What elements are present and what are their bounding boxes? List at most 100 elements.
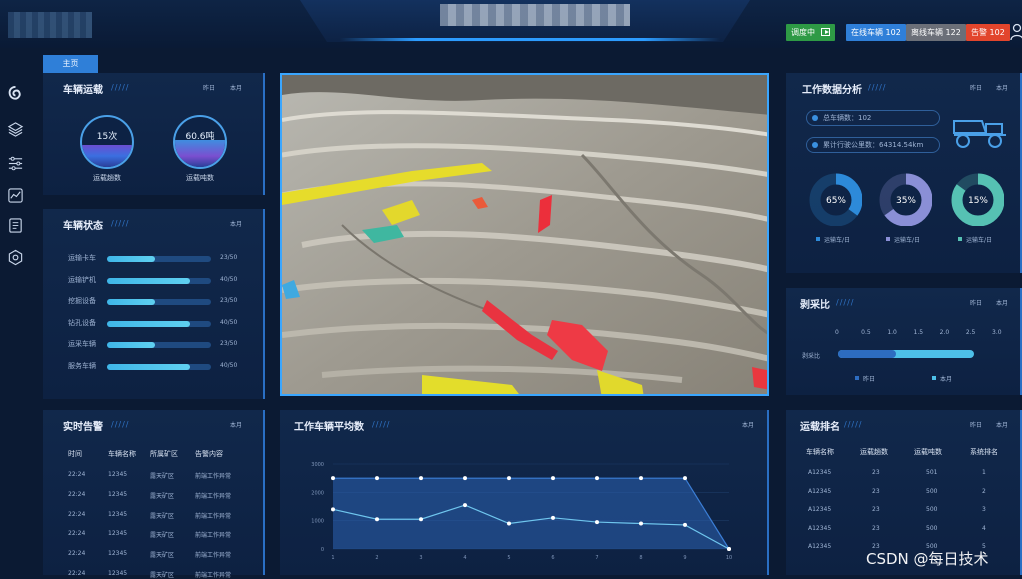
vehicle-status-value: 23/50: [220, 340, 238, 347]
rank-table-cell: 3: [982, 506, 986, 513]
vehicle-transport-panel: 车辆运载 ///// 昨日 本月 15次 运载趟数 60.6吨 运载吨数: [43, 73, 265, 195]
vehicle-status-bar: [107, 342, 211, 348]
dispatch-status-badge[interactable]: 调度中: [786, 24, 835, 41]
alert-badge[interactable]: 告警 102: [966, 24, 1010, 41]
sliders-icon[interactable]: [7, 155, 24, 172]
alerts-table-cell: 前端工作异常: [195, 473, 232, 480]
panel-title: 剥采比: [800, 300, 830, 311]
ratio-tick-label: 1.5: [913, 329, 924, 336]
tab-month[interactable]: 本月: [996, 83, 1008, 92]
series-point: [419, 517, 423, 522]
rank-table-cell: 23: [872, 524, 880, 532]
tonnage-gauge-fill: [175, 139, 225, 167]
stat-dot: [812, 142, 818, 148]
tab-month[interactable]: 本月: [230, 83, 242, 92]
total-vehicles-text: 总车辆数：102: [823, 114, 872, 122]
ratio-legend-item: 本月: [932, 374, 952, 383]
online-vehicles-badge[interactable]: 在线车辆 102: [846, 24, 906, 41]
chart-y-tick: 3000: [311, 462, 324, 468]
logo: [8, 12, 92, 38]
chart-x-tick: 7: [595, 555, 598, 561]
ratio-tick-label: 1.0: [887, 329, 897, 336]
alerts-table-cell: 12345: [108, 530, 128, 538]
series-area: [333, 478, 729, 549]
tab-home[interactable]: 主页: [43, 55, 98, 73]
tab-yesterday[interactable]: 昨日: [970, 83, 982, 92]
series-point: [463, 476, 467, 481]
tab-yesterday[interactable]: 昨日: [970, 298, 982, 307]
tab-yesterday[interactable]: 昨日: [203, 83, 215, 92]
rank-column-header: 系统排名: [970, 448, 998, 456]
rank-table-cell: 23: [872, 469, 880, 476]
vehicle-status-bar: [107, 299, 211, 305]
vehicle-status-bar: [107, 363, 211, 370]
series-point: [639, 476, 643, 481]
vehicle-status-label: 服务车辆: [68, 361, 96, 370]
panel-title: 实时告警: [63, 422, 103, 433]
tab-month[interactable]: 本月: [996, 420, 1008, 429]
chart-x-tick: 5: [507, 555, 510, 561]
chart-icon[interactable]: [7, 187, 24, 204]
tab-yesterday[interactable]: 昨日: [970, 420, 982, 429]
terrain-illustration: [282, 75, 767, 394]
legend-swatch: [816, 237, 820, 241]
rank-table-cell: 2: [982, 487, 986, 495]
trips-gauge-fill: [82, 144, 132, 167]
donut-label-text: 运输车/日: [824, 237, 851, 244]
tab-month[interactable]: 本月: [996, 298, 1008, 307]
alerts-table-cell: 前端工作异常: [195, 492, 232, 500]
alerts-table-cell: 露天矿区: [150, 532, 175, 540]
trips-value: 15次: [96, 132, 118, 142]
work-donut: 35%: [879, 173, 932, 226]
series-point: [551, 515, 555, 520]
ratio-tick-label: 3.0: [992, 329, 1002, 336]
vehicle-status-bar: [107, 256, 211, 262]
legend-swatch: [855, 376, 859, 380]
panel-title: 运载排名: [800, 422, 840, 433]
alerts-table-cell: 露天矿区: [150, 492, 175, 500]
tab-month[interactable]: 本月: [230, 219, 242, 228]
series-point: [375, 517, 379, 522]
alerts-column-header: 时间: [68, 450, 82, 458]
alerts-column-header: 告警内容: [195, 450, 223, 458]
alerts-table-cell: 前端工作异常: [195, 572, 232, 579]
tab-month[interactable]: 本月: [230, 420, 242, 429]
alerts-table-cell: 前端工作异常: [195, 552, 232, 560]
layers-icon[interactable]: [7, 121, 24, 138]
title-decoration: /////: [111, 83, 130, 92]
alerts-table-cell: 12345: [108, 471, 128, 478]
mine-3d-map[interactable]: [280, 73, 769, 396]
vehicle-status-bar-fill: [107, 256, 155, 262]
logo-icon[interactable]: [7, 85, 24, 102]
series-point: [595, 476, 599, 481]
ratio-bar-yesterday: [838, 350, 896, 358]
vehicle-status-bar: [107, 320, 211, 327]
donut-value: 65%: [826, 196, 846, 206]
rank-table-cell: 1: [982, 469, 986, 476]
alerts-table-cell: 12345: [108, 550, 128, 558]
donut-label: 运输车/日: [886, 235, 920, 244]
user-icon[interactable]: [1010, 23, 1022, 41]
ratio-legend-item: 昨日: [855, 374, 875, 383]
panel-title: 车辆运载: [63, 85, 103, 96]
alerts-table-cell: 22:24: [68, 510, 86, 518]
ratio-tick-label: 2.0: [939, 329, 950, 336]
ratio-legend-text: 昨日: [863, 376, 876, 383]
rank-table-cell: A12345: [808, 506, 832, 513]
chart-y-tick: 1000: [311, 519, 324, 525]
total-vehicles-stat: 总车辆数：102: [806, 110, 940, 126]
legend-swatch: [958, 237, 962, 241]
document-icon[interactable]: [7, 217, 24, 234]
alerts-table-cell: 12345: [108, 570, 128, 577]
donut-label-text: 运输车/日: [894, 237, 921, 244]
alerts-table-cell: 22:24: [68, 490, 86, 498]
panel-title: 车辆状态: [63, 221, 103, 232]
stripping-ratio-panel: 剥采比 ///// 昨日 本月: [786, 288, 1022, 395]
alerts-table-cell: 前端工作异常: [195, 532, 232, 540]
vehicle-status-bar-fill: [107, 299, 155, 305]
vehicle-status-bar-fill: [107, 342, 155, 348]
offline-vehicles-badge[interactable]: 离线车辆 122: [906, 24, 966, 41]
legend-swatch: [886, 237, 890, 241]
settings-icon[interactable]: [7, 249, 24, 266]
series-point: [463, 503, 467, 508]
